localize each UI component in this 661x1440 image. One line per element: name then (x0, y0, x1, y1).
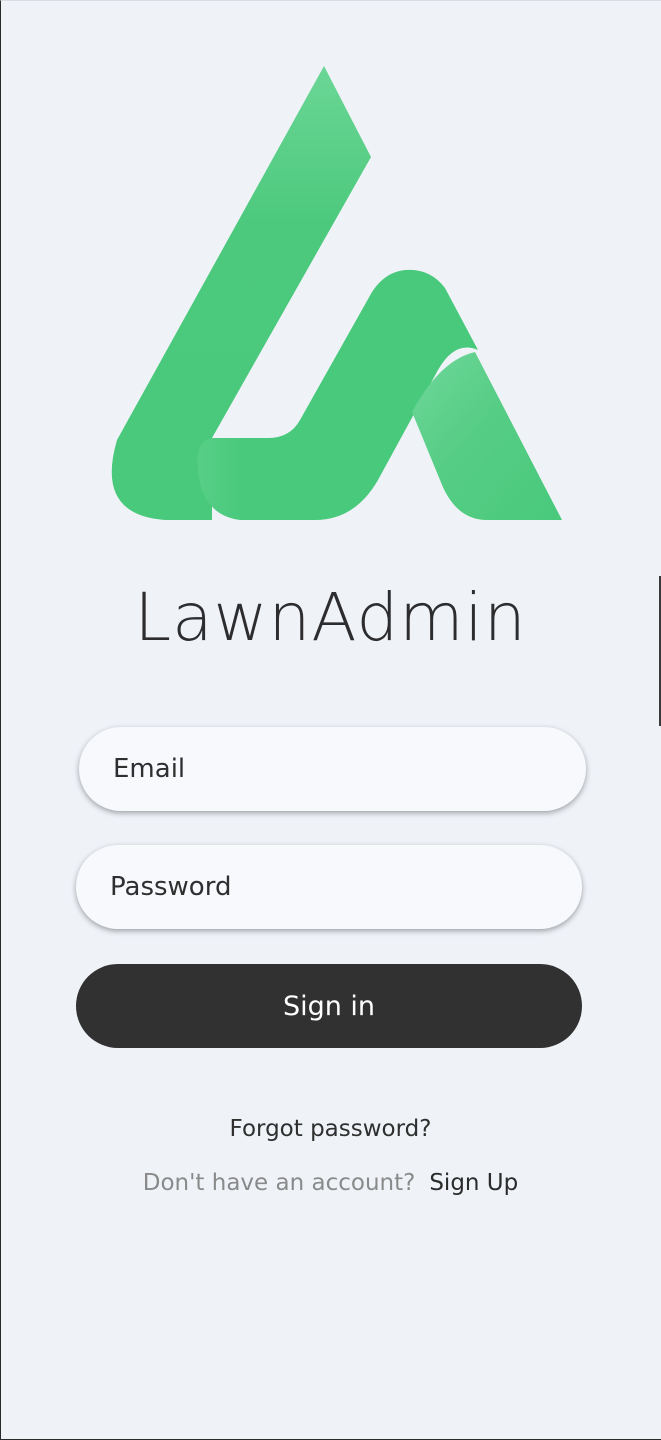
no-account-prompt: Don't have an account? (142, 1170, 416, 1196)
logo-right-stroke (412, 352, 562, 520)
password-input[interactable] (76, 845, 582, 929)
email-field[interactable] (79, 727, 586, 811)
signup-link[interactable]: Sign Up (429, 1170, 518, 1196)
email-input[interactable] (79, 727, 586, 811)
forgot-password-link[interactable]: Forgot password? (0, 1116, 661, 1142)
password-field[interactable] (76, 845, 582, 929)
lawnadmin-logo-icon (111, 66, 562, 520)
signup-row: Don't have an account? Sign Up (0, 1170, 661, 1196)
app-title: LawnAdmin (134, 579, 527, 656)
signin-button-label: Sign in (282, 990, 376, 1022)
signin-button[interactable]: Sign in (76, 964, 582, 1048)
